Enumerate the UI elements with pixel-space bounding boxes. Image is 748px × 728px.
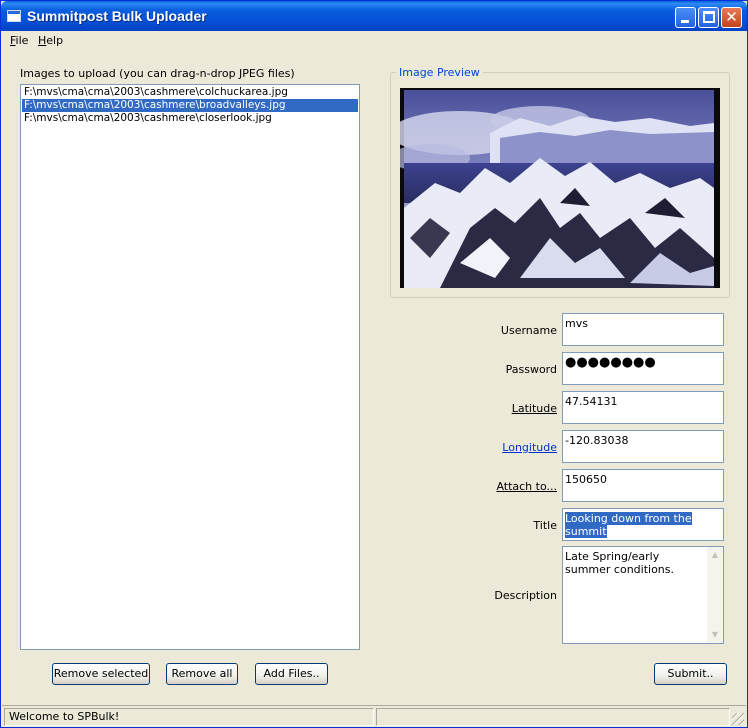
title-bar[interactable]: Summitpost Bulk Uploader ✕ [1, 1, 747, 31]
latitude-field[interactable]: 47.54131 [562, 391, 724, 424]
description-field[interactable]: Late Spring/early summer conditions. ▲ ▼ [562, 546, 724, 644]
attach-to-label[interactable]: Attach to... [407, 480, 557, 493]
status-bar: Welcome to SPBulk! [2, 705, 746, 727]
password-label: Password [505, 363, 557, 376]
upload-list-label: Images to upload (you can drag-n-drop JP… [20, 67, 295, 80]
remove-all-label: Remove all [171, 667, 233, 680]
upload-file-list[interactable]: F:\mvs\cma\cma\2003\cashmere\colchuckare… [20, 84, 360, 650]
image-preview [400, 88, 720, 288]
scroll-down-icon[interactable]: ▼ [707, 627, 723, 643]
username-field[interactable]: mvs [562, 313, 724, 346]
list-item[interactable]: F:\mvs\cma\cma\2003\cashmere\closerlook.… [22, 112, 358, 125]
list-item[interactable]: F:\mvs\cma\cma\2003\cashmere\colchuckare… [22, 86, 358, 99]
status-secondary [376, 708, 730, 726]
close-button[interactable]: ✕ [721, 7, 742, 28]
password-field[interactable]: ●●●●●●●● [562, 352, 724, 385]
remove-selected-button[interactable]: Remove selected [52, 663, 150, 685]
add-files-label: Add Files.. [263, 667, 320, 680]
app-icon [7, 10, 21, 22]
resize-grip-icon[interactable] [732, 713, 744, 725]
submit-label: Submit.. [667, 667, 714, 680]
remove-selected-label: Remove selected [53, 667, 149, 680]
latitude-label[interactable]: Latitude [407, 402, 557, 415]
maximize-button[interactable] [698, 7, 719, 28]
status-message: Welcome to SPBulk! [4, 708, 374, 726]
menu-help[interactable]: Help [38, 34, 63, 47]
close-icon: ✕ [725, 8, 738, 26]
mountain-photo [400, 88, 720, 288]
title-field-value: Looking down from the summit [565, 512, 692, 538]
minimize-button[interactable] [675, 7, 696, 28]
description-label: Description [494, 589, 557, 602]
menu-bar: File Help [2, 31, 746, 51]
maximize-icon [703, 11, 715, 23]
longitude-field[interactable]: -120.83038 [562, 430, 724, 463]
longitude-link[interactable]: Longitude [407, 441, 557, 454]
remove-all-button[interactable]: Remove all [166, 663, 238, 685]
list-item-selected[interactable]: F:\mvs\cma\cma\2003\cashmere\broadvalley… [22, 99, 358, 112]
window-title: Summitpost Bulk Uploader [27, 8, 207, 24]
title-label: Title [533, 519, 557, 532]
menu-file[interactable]: File [10, 34, 28, 47]
minimize-icon [681, 20, 689, 23]
submit-button[interactable]: Submit.. [654, 663, 727, 685]
scroll-up-icon[interactable]: ▲ [707, 547, 723, 563]
description-text: Late Spring/early summer conditions. [565, 550, 675, 576]
username-label: Username [500, 324, 557, 337]
title-field[interactable]: Looking down from the summit [562, 508, 724, 541]
attach-to-field[interactable]: 150650 [562, 469, 724, 502]
image-preview-label: Image Preview [396, 66, 483, 79]
add-files-button[interactable]: Add Files.. [255, 663, 328, 685]
description-scrollbar[interactable]: ▲ ▼ [707, 547, 723, 643]
app-window: Summitpost Bulk Uploader ✕ File Help Ima… [0, 0, 748, 728]
